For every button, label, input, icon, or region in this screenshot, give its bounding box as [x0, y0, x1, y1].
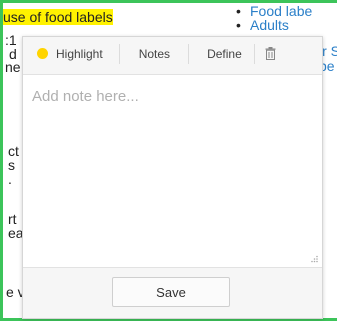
notes-label: Notes: [138, 46, 171, 61]
delete-button[interactable]: [255, 37, 276, 70]
highlight-label: Highlight: [56, 46, 103, 61]
highlight-button[interactable]: Highlight: [23, 37, 119, 70]
list-item[interactable]: Adults: [236, 18, 312, 32]
annotation-toolbar: Highlight Notes Define: [23, 37, 322, 70]
highlight-color-dot-icon: [37, 48, 48, 59]
list-item[interactable]: Food labe: [236, 4, 312, 18]
resize-handle-icon[interactable]: [310, 255, 318, 263]
related-topics-list: Food labe Adults: [236, 4, 312, 32]
note-input[interactable]: [32, 88, 312, 258]
article-fragment: ne: [5, 59, 21, 75]
article-heading: use of food labels: [3, 9, 113, 25]
define-button[interactable]: Define: [189, 37, 254, 70]
article-fragment: rt: [8, 211, 17, 227]
page-frame-left: [0, 0, 3, 321]
save-button[interactable]: Save: [112, 277, 230, 307]
annotation-popup: Highlight Notes Define Add note here... …: [22, 36, 323, 319]
trash-icon: [265, 47, 276, 60]
article-fragment: :1: [5, 32, 17, 48]
notes-button[interactable]: Notes: [120, 37, 188, 70]
article-fragment: ct: [8, 143, 19, 159]
article-fragment: .: [8, 171, 12, 187]
highlighted-text[interactable]: use of food labels: [3, 9, 113, 25]
related-link[interactable]: Adults: [250, 17, 289, 33]
define-label: Define: [207, 46, 242, 61]
article-fragment: s: [8, 157, 15, 173]
note-area: [23, 74, 322, 268]
